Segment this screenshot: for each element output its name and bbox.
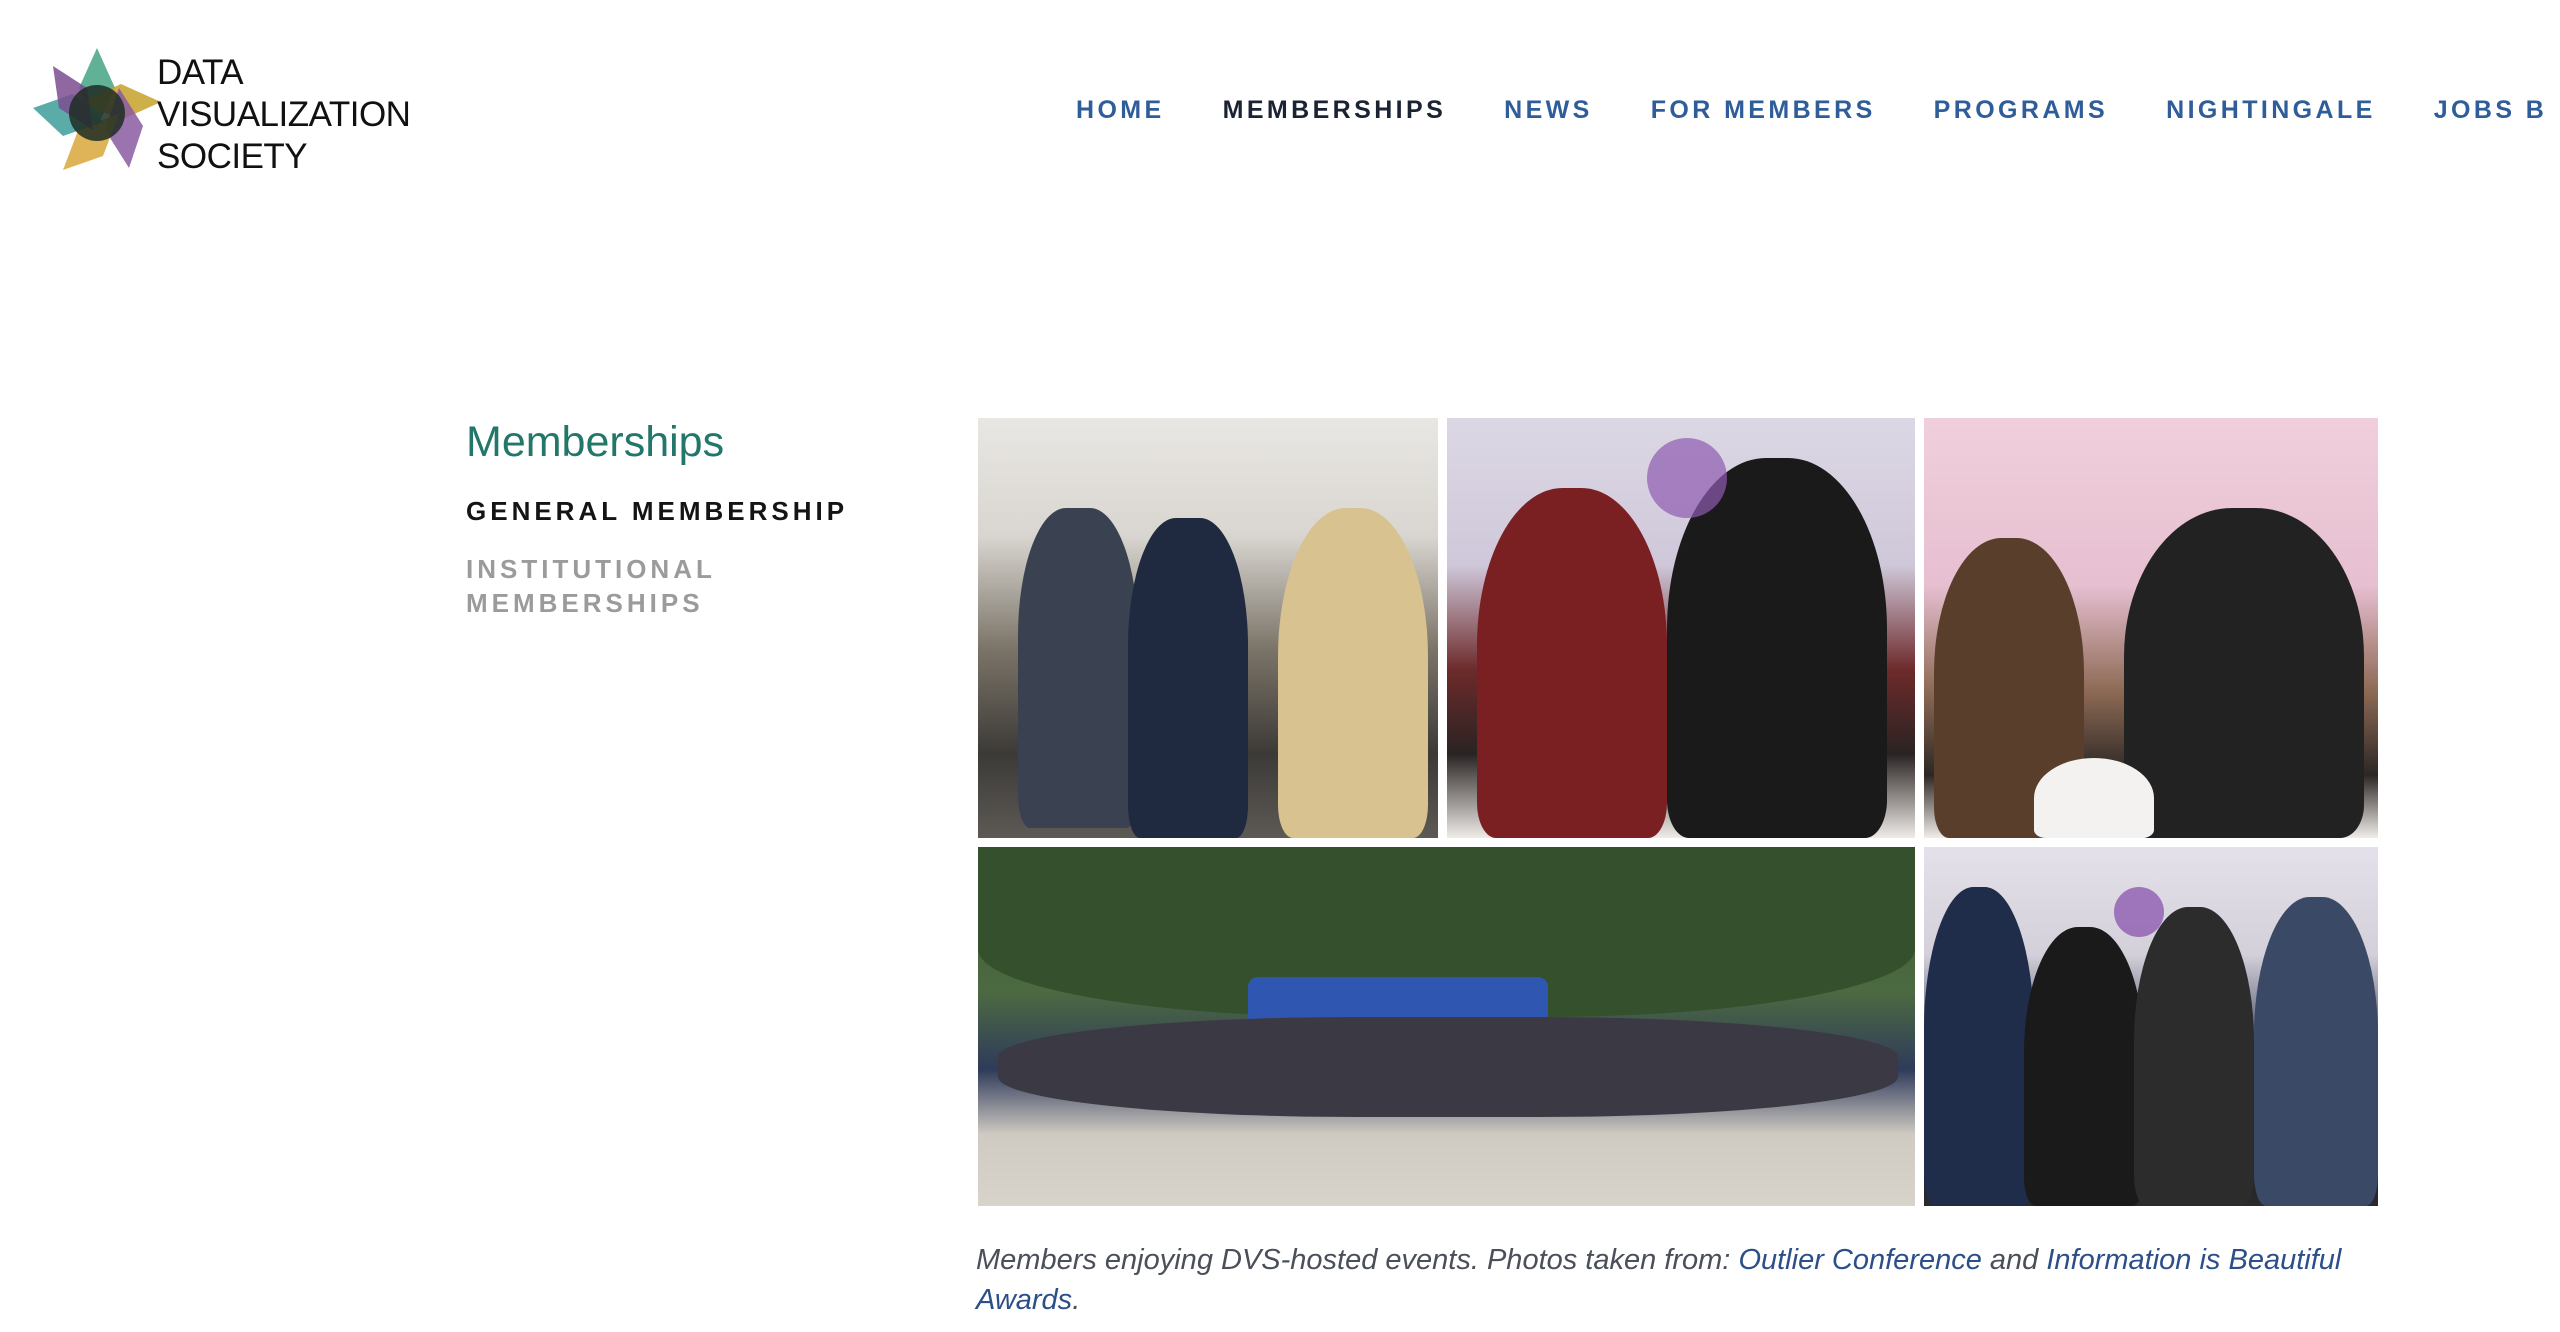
- nav-nightingale[interactable]: NIGHTINGALE: [2166, 96, 2376, 125]
- nav-news[interactable]: NEWS: [1504, 96, 1593, 125]
- dvs-star-logo-icon: [33, 48, 161, 170]
- nav-for-members[interactable]: FOR MEMBERS: [1651, 96, 1876, 125]
- logo-line: VISUALIZATION: [157, 95, 411, 134]
- sidebar-title: Memberships: [466, 418, 725, 466]
- logo-wordmark: DATA VISUALIZATION SOCIETY: [157, 52, 411, 178]
- nav-jobs[interactable]: JOBS B: [2434, 96, 2547, 125]
- nav-memberships[interactable]: MEMBERSHIPS: [1223, 96, 1447, 125]
- nav-programs[interactable]: PROGRAMS: [1934, 96, 2108, 125]
- outlier-conference-link[interactable]: Outlier Conference: [1738, 1244, 1981, 1276]
- caption-text: .: [1072, 1284, 1081, 1316]
- photo-group-porto: [978, 847, 1915, 1206]
- dvs-logo[interactable]: DATA VISUALIZATION SOCIETY: [33, 48, 413, 178]
- logo-line: DATA: [157, 53, 244, 92]
- sidebar-item-institutional-memberships[interactable]: INSTITUTIONAL MEMBERSHIPS: [466, 552, 846, 620]
- nav-home[interactable]: HOME: [1076, 96, 1165, 125]
- photo-group-awards: [1924, 847, 2378, 1206]
- logo-line: SOCIETY: [157, 137, 308, 176]
- sidebar-item-general-membership[interactable]: GENERAL MEMBERSHIP: [466, 496, 848, 527]
- photo-conference-crowd: [978, 418, 1438, 838]
- photo-caption: Members enjoying DVS-hosted events. Phot…: [976, 1240, 2396, 1320]
- main-nav: HOME MEMBERSHIPS NEWS FOR MEMBERS PROGRA…: [1076, 96, 2560, 125]
- photo-award-winners: [1447, 418, 1915, 838]
- caption-text: Members enjoying DVS-hosted events. Phot…: [976, 1244, 1739, 1276]
- caption-text: and: [1981, 1244, 2047, 1276]
- photo-panel-discussion: [1924, 418, 2378, 838]
